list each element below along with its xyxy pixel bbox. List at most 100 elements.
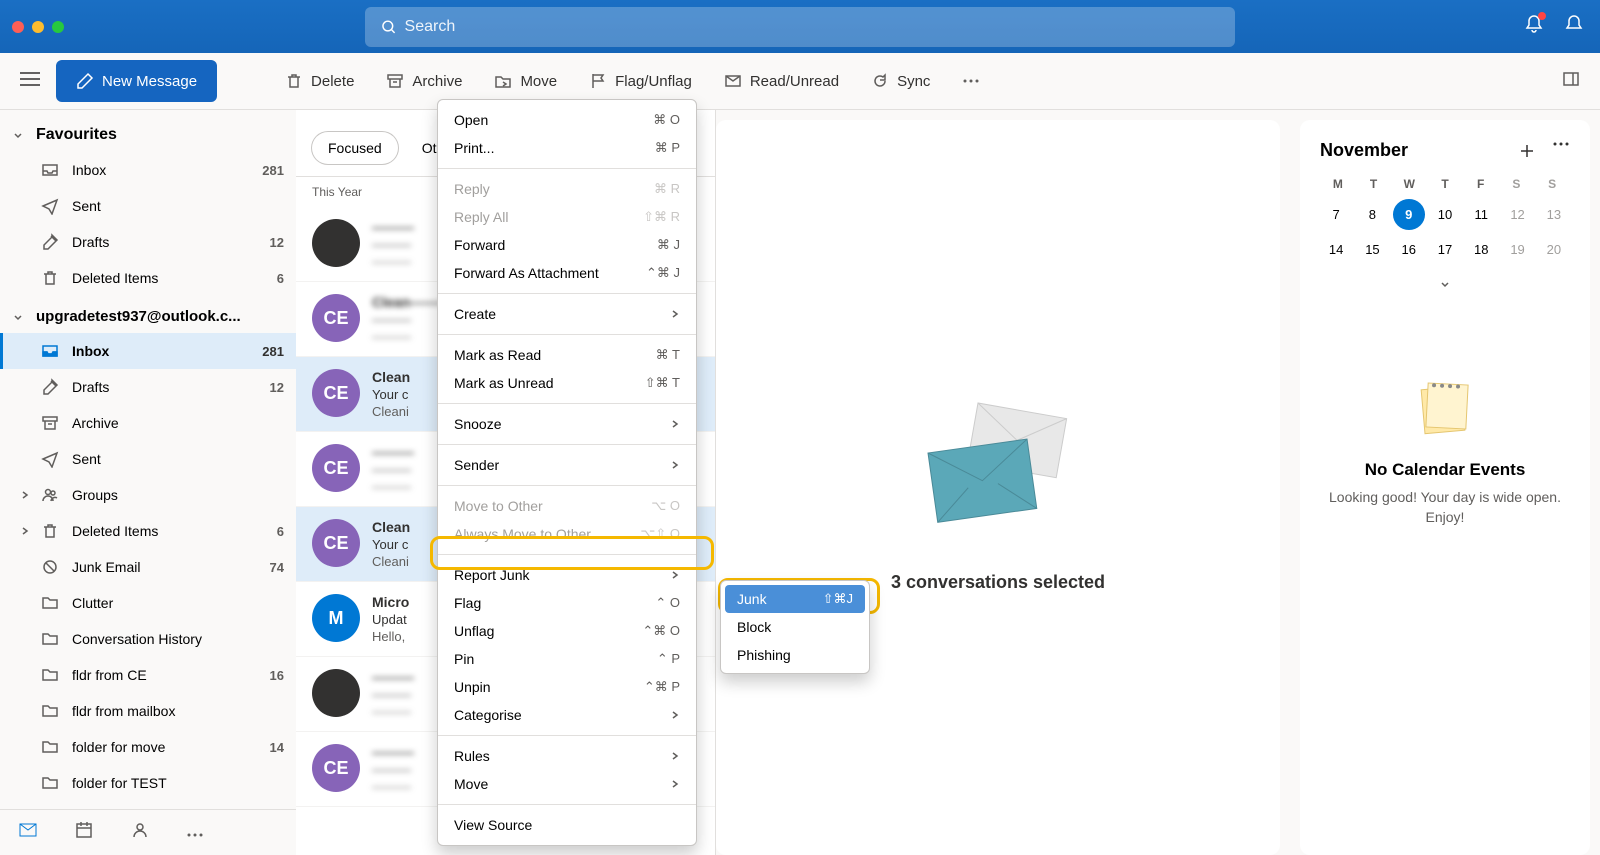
move-icon <box>494 72 512 90</box>
sidebar-item-label: Sent <box>72 451 284 467</box>
sidebar-item-clutter[interactable]: Clutter <box>0 585 296 621</box>
folder-icon <box>40 593 60 613</box>
sidebar-item-deleted-items[interactable]: Deleted Items6 <box>0 260 296 296</box>
new-message-button[interactable]: New Message <box>56 60 217 102</box>
read-unread-button[interactable]: Read/Unread <box>712 64 851 98</box>
calendar-day[interactable]: 10 <box>1429 199 1461 230</box>
sidebar-item-sent[interactable]: Sent <box>0 188 296 224</box>
menu-item-move[interactable]: Move <box>438 770 696 798</box>
more-button[interactable] <box>950 71 992 91</box>
sidebar-item-drafts[interactable]: Drafts12 <box>0 369 296 405</box>
calendar-day[interactable]: 13 <box>1538 199 1570 230</box>
sidebar-item-groups[interactable]: Groups <box>0 477 296 513</box>
hamburger-menu-button[interactable] <box>12 63 48 100</box>
tab-focused[interactable]: Focused <box>312 132 398 164</box>
sidebar-item-deleted-items[interactable]: Deleted Items6 <box>0 513 296 549</box>
sidebar-item-fldr-from-ce[interactable]: fldr from CE16 <box>0 657 296 693</box>
menu-item-unpin[interactable]: Unpin⌃⌘ P <box>438 673 696 701</box>
menu-separator <box>438 554 696 555</box>
calendar-day[interactable]: 17 <box>1429 234 1461 265</box>
calendar-more-button[interactable] <box>1552 142 1570 146</box>
maximize-window-button[interactable] <box>52 21 64 33</box>
folder-icon <box>40 773 60 793</box>
sidebar-item-folder-for-move[interactable]: folder for move14 <box>0 729 296 765</box>
menu-item-forward[interactable]: Forward⌘ J <box>438 231 696 259</box>
archive-button[interactable]: Archive <box>374 64 474 98</box>
menu-item-label: Forward As Attachment <box>454 265 599 281</box>
menu-item-sender[interactable]: Sender <box>438 451 696 479</box>
calendar-day[interactable]: 8 <box>1356 199 1388 230</box>
submenu-item-phishing[interactable]: Phishing <box>725 641 865 669</box>
search-input[interactable] <box>405 18 1219 36</box>
calendar-day[interactable]: 14 <box>1320 234 1352 265</box>
notifications-button[interactable] <box>1524 14 1544 39</box>
account-header[interactable]: upgradetest937@outlook.c... <box>0 300 296 333</box>
calendar-day[interactable]: 18 <box>1465 234 1497 265</box>
reminder-icon[interactable] <box>1564 14 1584 34</box>
menu-item-categorise[interactable]: Categorise <box>438 701 696 729</box>
menu-item-snooze[interactable]: Snooze <box>438 410 696 438</box>
sidebar-item-archive[interactable]: Archive <box>0 405 296 441</box>
sidebar-item-conversation-history[interactable]: Conversation History <box>0 621 296 657</box>
calendar-day[interactable]: 20 <box>1538 234 1570 265</box>
sidebar-item-fldr-from-mailbox[interactable]: fldr from mailbox <box>0 693 296 729</box>
delete-button[interactable]: Delete <box>273 64 366 98</box>
calendar-day[interactable]: 16 <box>1393 234 1425 265</box>
close-window-button[interactable] <box>12 21 24 33</box>
avatar <box>312 219 360 267</box>
sync-button[interactable]: Sync <box>859 64 942 98</box>
submenu-item-junk[interactable]: Junk⇧⌘J <box>725 585 865 613</box>
selection-count-text: 3 conversations selected <box>891 572 1105 593</box>
sidebar-item-inbox[interactable]: Inbox281 <box>0 333 296 369</box>
mail-nav-button[interactable] <box>12 814 44 851</box>
weekday-label: M <box>1320 177 1356 191</box>
calendar-day[interactable]: 9 <box>1393 199 1425 230</box>
menu-item-open[interactable]: Open⌘ O <box>438 106 696 134</box>
sidebar-item-junk-email[interactable]: Junk Email74 <box>0 549 296 585</box>
add-event-button[interactable] <box>1518 142 1536 160</box>
menu-item-forward-as-attachment[interactable]: Forward As Attachment⌃⌘ J <box>438 259 696 287</box>
sidebar-item-inbox[interactable]: Inbox281 <box>0 152 296 188</box>
menu-item-view-source[interactable]: View Source <box>438 811 696 839</box>
menu-separator <box>438 334 696 335</box>
panel-toggle-button[interactable] <box>1554 62 1588 101</box>
menu-item-flag[interactable]: Flag⌃ O <box>438 589 696 617</box>
calendar-day[interactable]: 19 <box>1501 234 1533 265</box>
menu-item-mark-as-unread[interactable]: Mark as Unread⇧⌘ T <box>438 369 696 397</box>
sidebar-item-count: 6 <box>277 271 284 286</box>
calendar-day[interactable]: 7 <box>1320 199 1352 230</box>
menu-shortcut: ⌥ O <box>651 498 680 514</box>
calendar-nav-button[interactable] <box>68 814 100 851</box>
minimize-window-button[interactable] <box>32 21 44 33</box>
menu-item-unflag[interactable]: Unflag⌃⌘ O <box>438 617 696 645</box>
favourites-header[interactable]: Favourites <box>0 118 296 152</box>
menu-shortcut: ⇧⌘J <box>823 591 853 607</box>
junk-icon <box>40 557 60 577</box>
calendar-expand-button[interactable] <box>1320 277 1570 296</box>
sidebar-item-sent[interactable]: Sent <box>0 441 296 477</box>
menu-item-print-[interactable]: Print...⌘ P <box>438 134 696 162</box>
sync-icon <box>871 72 889 90</box>
sidebar-item-label: Sent <box>72 198 284 214</box>
people-nav-button[interactable] <box>124 814 156 851</box>
menu-item-create[interactable]: Create <box>438 300 696 328</box>
sidebar-item-label: Archive <box>72 415 284 431</box>
sidebar-item-folder-for-test[interactable]: folder for TEST <box>0 765 296 801</box>
submenu-item-block[interactable]: Block <box>725 613 865 641</box>
search-bar[interactable] <box>365 7 1235 47</box>
chevron-right-icon <box>670 776 680 792</box>
calendar-day[interactable]: 12 <box>1501 199 1533 230</box>
calendar-month: November <box>1320 140 1408 161</box>
calendar-day[interactable]: 15 <box>1356 234 1388 265</box>
menu-item-report-junk[interactable]: Report Junk <box>438 561 696 589</box>
account-label: upgradetest937@outlook.c... <box>36 308 241 325</box>
menu-item-mark-as-read[interactable]: Mark as Read⌘ T <box>438 341 696 369</box>
menu-item-label: Create <box>454 306 496 322</box>
flag-button[interactable]: Flag/Unflag <box>577 64 704 98</box>
menu-item-pin[interactable]: Pin⌃ P <box>438 645 696 673</box>
menu-item-rules[interactable]: Rules <box>438 742 696 770</box>
calendar-day[interactable]: 11 <box>1465 199 1497 230</box>
move-button[interactable]: Move <box>482 64 569 98</box>
sidebar-item-drafts[interactable]: Drafts12 <box>0 224 296 260</box>
more-nav-button[interactable] <box>180 818 210 848</box>
